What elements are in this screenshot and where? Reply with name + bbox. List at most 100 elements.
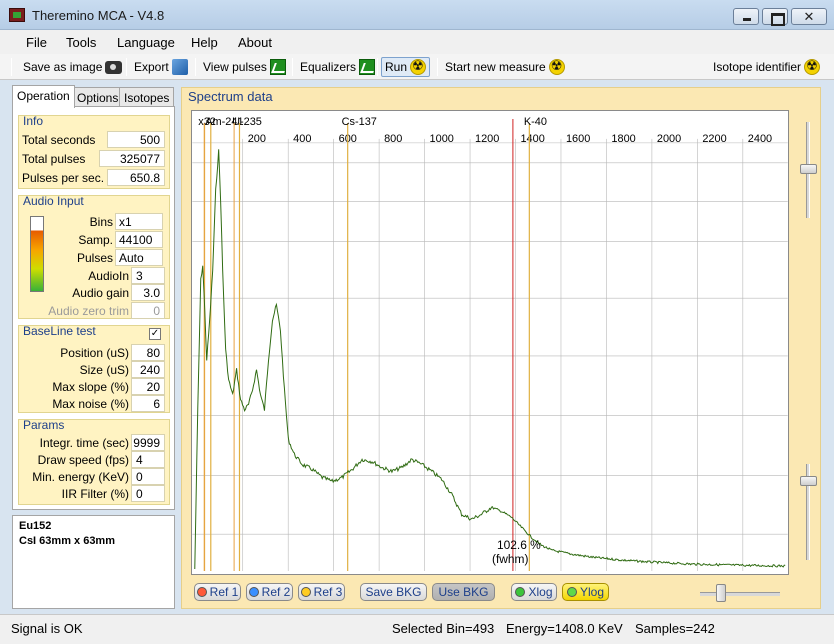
- menu-about[interactable]: About: [238, 35, 272, 50]
- size-row: Size (uS) 240: [19, 361, 169, 378]
- max-slope-field[interactable]: 20: [131, 378, 165, 395]
- position-label: Position (uS): [60, 346, 129, 360]
- operation-panel: Info Total seconds 500 Total pulses 3250…: [12, 106, 175, 510]
- audio-gain-field[interactable]: 3.0: [131, 284, 165, 301]
- size-label: Size (uS): [79, 363, 129, 377]
- app-icon: [9, 8, 25, 22]
- iir-filter-field[interactable]: 0: [131, 485, 165, 502]
- horizontal-slider-thumb[interactable]: [716, 584, 726, 602]
- samp-label: Samp.: [78, 233, 113, 247]
- notes-textbox[interactable]: Eu152 CsI 63mm x 63mm: [12, 515, 175, 609]
- isotope-markers: x32Am-241U-235 Cs-137 K-40: [198, 116, 547, 572]
- baseline-test-title: BaseLine test: [23, 324, 96, 338]
- bins-label: Bins: [89, 215, 113, 229]
- audio-zero-trim-field[interactable]: 0: [131, 302, 165, 319]
- ref2-button[interactable]: Ref 2: [246, 583, 293, 601]
- tab-isotopes[interactable]: Isotopes: [119, 87, 175, 107]
- x-tick-label: 1400: [520, 133, 544, 145]
- save-image-button[interactable]: Save as image: [20, 57, 125, 77]
- max-slope-label: Max slope (%): [52, 380, 129, 394]
- audio-zero-trim-label: Audio zero trim: [48, 304, 129, 318]
- ref3-button[interactable]: Ref 3: [298, 583, 345, 601]
- use-bkg-button[interactable]: Use BKG: [432, 583, 495, 601]
- isotope-marker-label: U-235: [232, 116, 262, 128]
- menu-tools[interactable]: Tools: [66, 35, 96, 50]
- camera-icon: [105, 60, 123, 74]
- pulses-row: Pulses Auto: [19, 249, 169, 266]
- params-group: Params Integr. time (sec) 9999 Draw spee…: [18, 418, 170, 505]
- menu-language[interactable]: Language: [117, 35, 175, 50]
- view-pulses-label: View pulses: [203, 60, 267, 74]
- export-button[interactable]: Export: [131, 57, 191, 77]
- menu-help[interactable]: Help: [191, 35, 218, 50]
- view-pulses-button[interactable]: View pulses: [200, 57, 289, 77]
- menu-bar: File Tools Language Help About: [0, 30, 834, 54]
- save-bkg-button[interactable]: Save BKG: [360, 583, 427, 601]
- ref1-label: Ref 1: [209, 585, 239, 599]
- total-pulses-row: Total pulses 325077: [19, 150, 169, 167]
- x-tick-label: 1200: [475, 133, 499, 145]
- status-bar: Signal is OK Selected Bin=493 Energy=140…: [0, 614, 834, 644]
- min-energy-field[interactable]: 0: [131, 468, 165, 485]
- spectrum-chart[interactable]: 200 400 600 800 1000 1200 1400 1600 1800 2000 2200…: [191, 110, 789, 575]
- max-noise-field[interactable]: 6: [131, 395, 165, 412]
- size-field[interactable]: 240: [131, 361, 165, 378]
- pulses-label: Pulses: [76, 251, 113, 265]
- tab-options[interactable]: Options: [72, 87, 124, 107]
- bins-row: Bins x1: [19, 213, 169, 230]
- maximize-button[interactable]: [762, 8, 788, 26]
- export-label: Export: [134, 60, 169, 74]
- x-tick-label: 1000: [430, 133, 454, 145]
- position-field[interactable]: 80: [131, 344, 165, 361]
- audio-gain-row: Audio gain 3.0: [19, 284, 169, 301]
- ref1-button[interactable]: Ref 1: [194, 583, 241, 601]
- run-label: Run: [385, 60, 408, 74]
- close-button[interactable]: ✕: [791, 8, 827, 25]
- integr-time-label: Integr. time (sec): [39, 436, 129, 450]
- samp-row: Samp. 44100: [19, 231, 169, 248]
- bins-select[interactable]: x1: [115, 213, 163, 230]
- audio-in-field[interactable]: 3: [131, 267, 165, 284]
- max-noise-label: Max noise (%): [52, 397, 129, 411]
- energy-status: Energy=1408.0 KeV: [506, 621, 623, 636]
- use-bkg-label: Use BKG: [438, 585, 489, 599]
- pulse-icon: [269, 59, 286, 75]
- pulses-per-sec-value: 650.8: [107, 169, 165, 186]
- toolbar-separator: [126, 58, 127, 76]
- iir-filter-row: IIR Filter (%) 0: [19, 485, 169, 502]
- start-new-measure-button[interactable]: Start new measure: [442, 57, 568, 77]
- x-tick-label: 2400: [748, 133, 772, 145]
- xlog-button[interactable]: Xlog: [511, 583, 557, 601]
- samp-select[interactable]: 44100: [115, 231, 163, 248]
- audio-in-label: AudioIn: [88, 269, 129, 283]
- max-slope-row: Max slope (%) 20: [19, 378, 169, 395]
- vertical-slider-thumb-upper[interactable]: [800, 164, 817, 174]
- isotope-identifier-button[interactable]: Isotope identifier: [710, 57, 823, 77]
- min-energy-row: Min. energy (KeV) 0: [19, 468, 169, 485]
- equalizer-icon: [359, 59, 376, 75]
- xlog-led-icon: [515, 587, 526, 597]
- toolbar-separator: [437, 58, 438, 76]
- x-tick-label: 400: [293, 133, 311, 145]
- position-row: Position (uS) 80: [19, 344, 169, 361]
- vertical-slider-thumb-lower[interactable]: [800, 476, 817, 486]
- ylog-button[interactable]: Ylog: [562, 583, 609, 601]
- tab-operation[interactable]: Operation: [12, 85, 75, 108]
- pulses-select[interactable]: Auto: [115, 249, 163, 266]
- draw-speed-field[interactable]: 4: [131, 451, 165, 468]
- run-button[interactable]: Run: [381, 57, 431, 77]
- minimize-button[interactable]: [733, 8, 759, 25]
- x-tick-label: 1600: [566, 133, 590, 145]
- signal-status: Signal is OK: [11, 621, 83, 636]
- integr-time-field[interactable]: 9999: [131, 434, 165, 451]
- ylog-led-icon: [566, 587, 577, 597]
- baseline-test-checkbox[interactable]: ✓: [149, 328, 161, 340]
- spectrum-trace: [194, 149, 786, 570]
- notes-line-1: Eu152: [19, 520, 52, 532]
- ylog-label: Ylog: [579, 585, 605, 599]
- fwhm-value: 102.6 %: [497, 538, 541, 552]
- menu-file[interactable]: File: [26, 35, 47, 50]
- equalizers-button[interactable]: Equalizers: [297, 57, 378, 77]
- audio-zero-trim-row: Audio zero trim 0: [19, 302, 169, 319]
- x-tick-label: 1800: [611, 133, 635, 145]
